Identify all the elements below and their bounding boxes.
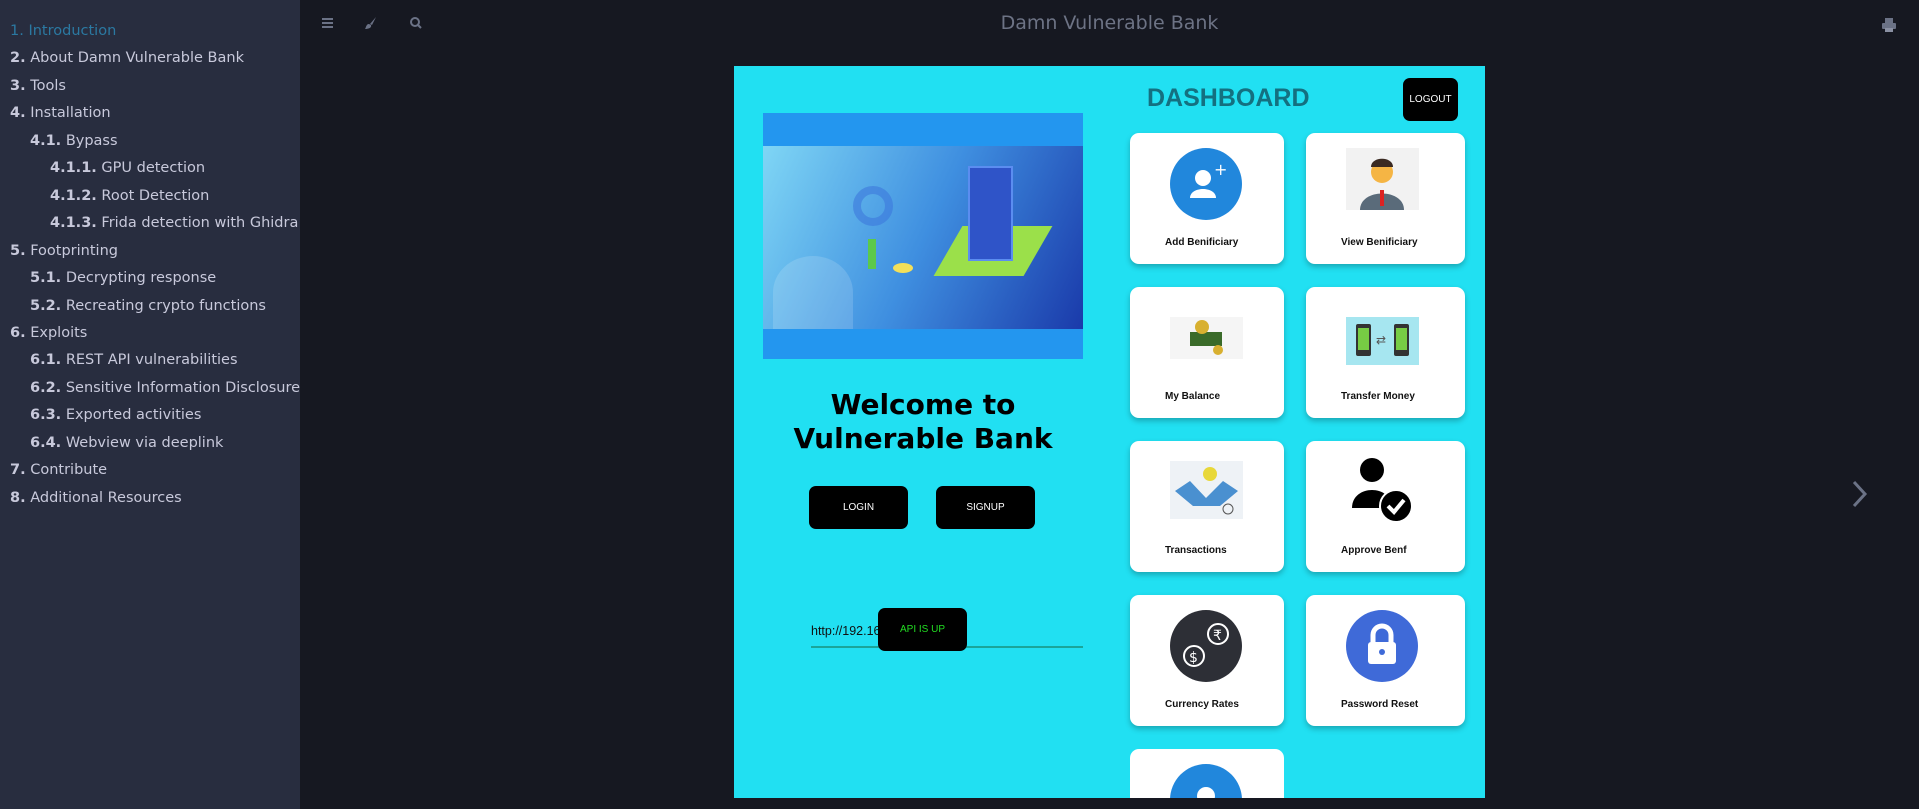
card-label: My Balance <box>1165 391 1221 402</box>
card-label: Currency Rates <box>1165 699 1239 710</box>
toc-item-label: Bypass <box>65 132 118 149</box>
sidebar-toc: 1. Introduction 2. About Damn Vulnerable … <box>0 0 300 809</box>
toc-item-label: Tools <box>30 77 66 94</box>
toc-item[interactable]: 1. Introduction <box>10 23 116 39</box>
toc-item-label: Installation <box>30 105 111 122</box>
currency-exchange-icon: $₹ <box>1170 610 1242 682</box>
toc-item[interactable]: 4.1.3. Frida detection with Ghidra <box>50 215 298 231</box>
card-label: Password Reset <box>1341 699 1419 710</box>
toc-item-label: Sensitive Information Disclosure <box>65 379 301 396</box>
toc-item-label: Exported activities <box>65 407 202 424</box>
toc-item-label: Webview via deeplink <box>65 434 224 451</box>
person-icon <box>1346 148 1419 210</box>
card-view-beneficiary[interactable]: View Benificiary <box>1306 133 1465 264</box>
dashboard-title: DASHBOARD <box>1147 84 1310 112</box>
signup-button[interactable]: SIGNUP <box>936 486 1035 529</box>
card-label: Transfer Money <box>1341 391 1415 402</box>
card-label: Transactions <box>1165 545 1227 556</box>
toc-item-number: 5.1. <box>30 270 62 287</box>
toc-item-number: 4.1.3. <box>50 215 97 232</box>
toc-item[interactable]: 5.2. Recreating crypto functions <box>30 298 266 314</box>
toc-item-number: 3. <box>10 77 26 94</box>
card-transactions[interactable]: Transactions <box>1130 441 1284 572</box>
logout-button[interactable]: LOGOUT <box>1403 78 1458 121</box>
card-transfer-money[interactable]: ⇄ Transfer Money <box>1306 287 1465 418</box>
atm-banner-image <box>763 113 1083 359</box>
toc-item[interactable]: 6.3. Exported activities <box>30 407 201 423</box>
toc-item-number: 4. <box>10 105 26 122</box>
toc-item[interactable]: 4.1.2. Root Detection <box>50 188 209 204</box>
toc-item-number: 6.2. <box>30 379 62 396</box>
toc-item-number: 6.4. <box>30 434 62 451</box>
toc-item-number: 4.1.1. <box>50 160 97 177</box>
card-my-balance[interactable]: My Balance <box>1130 287 1284 418</box>
toc-item-label: GPU detection <box>101 160 206 177</box>
handshake-icon <box>1170 461 1243 519</box>
toc-item-label: About Damn Vulnerable Bank <box>30 50 244 67</box>
svg-text:⇄: ⇄ <box>1376 333 1386 347</box>
toc-item[interactable]: 5.1. Decrypting response <box>30 270 216 286</box>
toc-item-label: Additional Resources <box>30 489 182 506</box>
app-screenshot: Welcome to Vulnerable Bank LOGIN SIGNUP … <box>734 66 1485 798</box>
toc-item-label: Frida detection with Ghidra <box>101 215 299 232</box>
toc-item-label: REST API vulnerabilities <box>65 352 238 369</box>
toc-item[interactable]: 4.1. Bypass <box>30 133 118 149</box>
toc-item-number: 4.1. <box>30 132 62 149</box>
svg-text:$: $ <box>1189 650 1198 666</box>
toc-item-number: 1. <box>10 23 24 39</box>
toc-item-label: Recreating crypto functions <box>65 297 266 314</box>
user-icon <box>1170 764 1242 798</box>
card-add-beneficiary[interactable]: + Add Benificiary <box>1130 133 1284 264</box>
user-check-icon <box>1352 458 1413 523</box>
lock-icon <box>1346 610 1418 682</box>
toc-item[interactable]: 5. Footprinting <box>10 243 118 259</box>
card-password-reset[interactable]: Password Reset <box>1306 595 1465 726</box>
welcome-heading: Welcome to Vulnerable Bank <box>793 388 1053 455</box>
toc-item-label: Contribute <box>30 462 108 479</box>
toc-item-number: 7. <box>10 462 26 479</box>
toc-item-label: Root Detection <box>101 187 210 204</box>
toc-item[interactable]: 4.1.1. GPU detection <box>50 160 205 176</box>
svg-text:+: + <box>1214 160 1227 179</box>
toc-item[interactable]: 3. Tools <box>10 78 66 94</box>
next-page-chevron-icon[interactable] <box>1848 478 1870 510</box>
toc-item-label: Decrypting response <box>65 270 217 287</box>
login-button[interactable]: LOGIN <box>809 486 908 529</box>
toc-item-number: 4.1.2. <box>50 187 97 204</box>
toc-item[interactable]: 6.4. Webview via deeplink <box>30 435 223 451</box>
toc-item[interactable]: 2. About Damn Vulnerable Bank <box>10 50 244 66</box>
toc-item-label: Exploits <box>30 324 88 341</box>
add-user-icon: + <box>1170 148 1242 220</box>
print-icon[interactable] <box>1880 16 1898 34</box>
card-label: View Benificiary <box>1341 237 1418 248</box>
toc-item-number: 6.3. <box>30 407 62 424</box>
toc-item-number: 5.2. <box>30 297 62 314</box>
toc-item-label: Footprinting <box>30 242 118 259</box>
toc-item-number: 6. <box>10 324 26 341</box>
card-approve-beneficiary[interactable]: Approve Benf <box>1306 441 1465 572</box>
card-partial[interactable] <box>1130 749 1284 798</box>
book-title: Damn Vulnerable Bank <box>1000 12 1219 34</box>
toc-item[interactable]: 6.1. REST API vulnerabilities <box>30 352 238 368</box>
toc-item-number: 5. <box>10 242 26 259</box>
svg-text:₹: ₹ <box>1213 628 1222 644</box>
toc-item-number: 6.1. <box>30 352 62 369</box>
transfer-icon: ⇄ <box>1346 317 1419 365</box>
card-currency-rates[interactable]: $ ₹ Currency Rates <box>1130 595 1284 726</box>
top-bar: Damn Vulnerable Bank <box>300 0 1919 46</box>
toc-item[interactable]: 6.2. Sensitive Information Disclosure <box>30 380 300 396</box>
money-icon <box>1170 317 1243 359</box>
card-label: Add Benificiary <box>1165 237 1239 248</box>
toc-item[interactable]: 7. Contribute <box>10 462 107 478</box>
api-status-button[interactable]: API IS UP <box>878 608 967 651</box>
card-label: Approve Benf <box>1341 545 1407 556</box>
toc-item[interactable]: 8. Additional Resources <box>10 490 182 506</box>
toc-item[interactable]: 6. Exploits <box>10 325 87 341</box>
toc-item-number: 8. <box>10 489 26 506</box>
toc-item-number: 2. <box>10 50 26 67</box>
toc-item-label: Introduction <box>28 23 117 39</box>
toc-item[interactable]: 4. Installation <box>10 105 111 121</box>
